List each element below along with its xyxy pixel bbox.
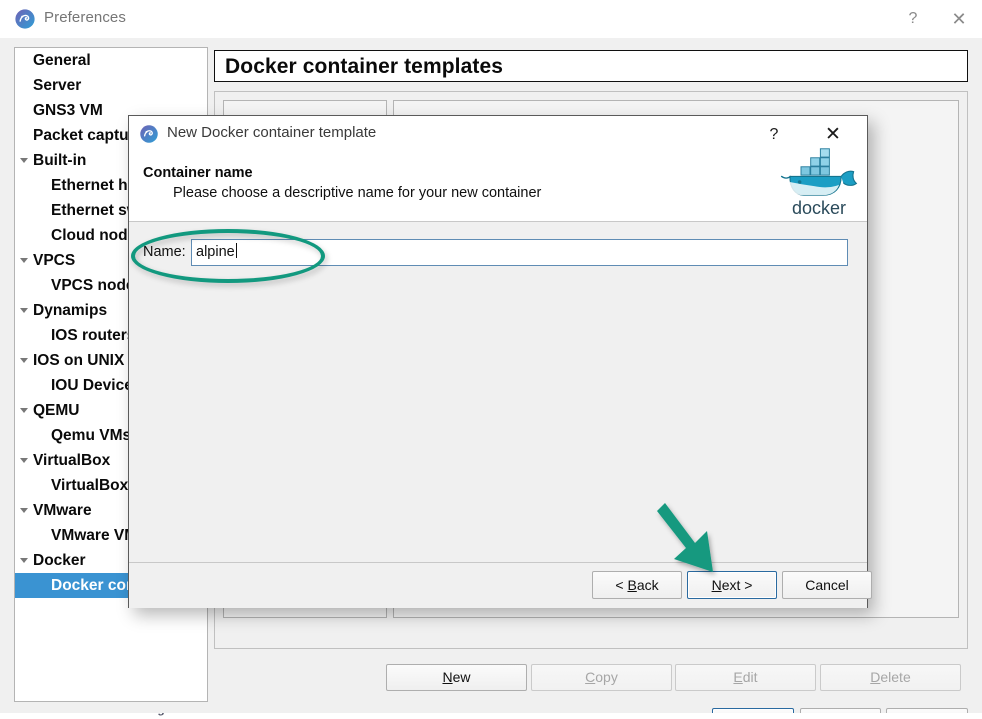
sidebar-item-label: Built-in (33, 152, 87, 169)
copy-label-rest: opy (595, 669, 618, 685)
sidebar-item-label: VPCS (33, 252, 76, 269)
sidebar-item-label: IOS on UNIX (33, 352, 125, 369)
edit-mnemonic: E (733, 669, 743, 685)
dialog-subheading: Please choose a descriptive name for you… (173, 185, 542, 201)
delete-label-rest: elete (880, 669, 911, 685)
sidebar-item-label: VMware (33, 502, 92, 519)
page-title-box: Docker container templates (214, 50, 968, 82)
text-caret (235, 243, 237, 258)
dialog-title: New Docker container template (167, 124, 377, 141)
window-help-button[interactable]: ? (890, 0, 936, 38)
copy-mnemonic: C (585, 669, 596, 685)
sidebar-item-label: VirtualBox (33, 452, 111, 469)
sidebar-item-label: Dynamips (33, 302, 108, 319)
dialog-footer: < Back Next > Cancel (129, 562, 872, 608)
next-mnemonic: N (711, 577, 722, 593)
docker-whale-icon: docker (780, 148, 858, 218)
gns3-icon (15, 9, 35, 29)
sidebar-item-label: QEMU (33, 402, 80, 419)
new-mnemonic: N (442, 669, 453, 685)
dialog-heading: Container name (143, 165, 253, 181)
new-button[interactable]: New (386, 664, 527, 691)
dialog-cancel-button[interactable]: Cancel (782, 571, 872, 599)
name-input-value: alpine (196, 244, 235, 260)
new-docker-container-dialog: New Docker container template ? ✕ Contai… (128, 115, 872, 608)
copy-button: Copy (531, 664, 672, 691)
taskbar-sliver: GNS3 GNS3 - demo1.gns3 (0, 713, 982, 719)
docker-logo-text: docker (792, 198, 846, 218)
page-title: Docker container templates (225, 55, 504, 78)
window-title: Preferences (44, 9, 126, 26)
edit-button: Edit (675, 664, 816, 691)
chevron-down-icon[interactable] (20, 308, 28, 313)
taskbar-ghost-text: GNS3 GNS3 - demo1.gns3 (36, 713, 185, 716)
template-actions: New Copy Edit Delete (214, 648, 968, 691)
chevron-down-icon[interactable] (20, 458, 28, 463)
sidebar-item-server[interactable]: Server (15, 73, 207, 98)
sidebar-item-label: IOS routers (51, 327, 136, 344)
window-close-button[interactable]: ✕ (936, 0, 982, 38)
edit-label-rest: dit (742, 669, 758, 685)
dialog-titlebar: New Docker container template ? ✕ Contai… (129, 116, 867, 222)
dialog-content: Name: alpine (129, 222, 867, 562)
window-titlebar: Preferences ? ✕ (0, 0, 982, 39)
sidebar-item-general[interactable]: General (15, 48, 207, 73)
chevron-down-icon[interactable] (20, 558, 28, 563)
delete-button: Delete (820, 664, 961, 691)
delete-mnemonic: D (870, 669, 881, 685)
chevron-down-icon[interactable] (20, 508, 28, 513)
sidebar-item-label: GNS3 VM (33, 102, 103, 119)
chevron-down-icon[interactable] (20, 158, 28, 163)
sidebar-item-label: Server (33, 77, 82, 94)
new-label-rest: ew (452, 669, 471, 685)
sidebar-item-label: Packet capture (33, 127, 144, 144)
chevron-down-icon[interactable] (20, 358, 28, 363)
sidebar-item-label: Docker (33, 552, 86, 569)
back-mnemonic: B (627, 577, 637, 593)
name-input[interactable]: alpine (191, 239, 848, 266)
next-button[interactable]: Next > (687, 571, 777, 599)
gns3-icon (140, 125, 158, 143)
preferences-window: Preferences ? ✕ General Server GNS3 VM Pack… (0, 0, 982, 719)
sidebar-item-label: Qemu VMs (51, 427, 132, 444)
sidebar-item-label: General (33, 52, 91, 69)
chevron-down-icon[interactable] (20, 408, 28, 413)
chevron-down-icon[interactable] (20, 258, 28, 263)
back-button[interactable]: < Back (592, 571, 682, 599)
name-label: Name: (143, 244, 186, 260)
